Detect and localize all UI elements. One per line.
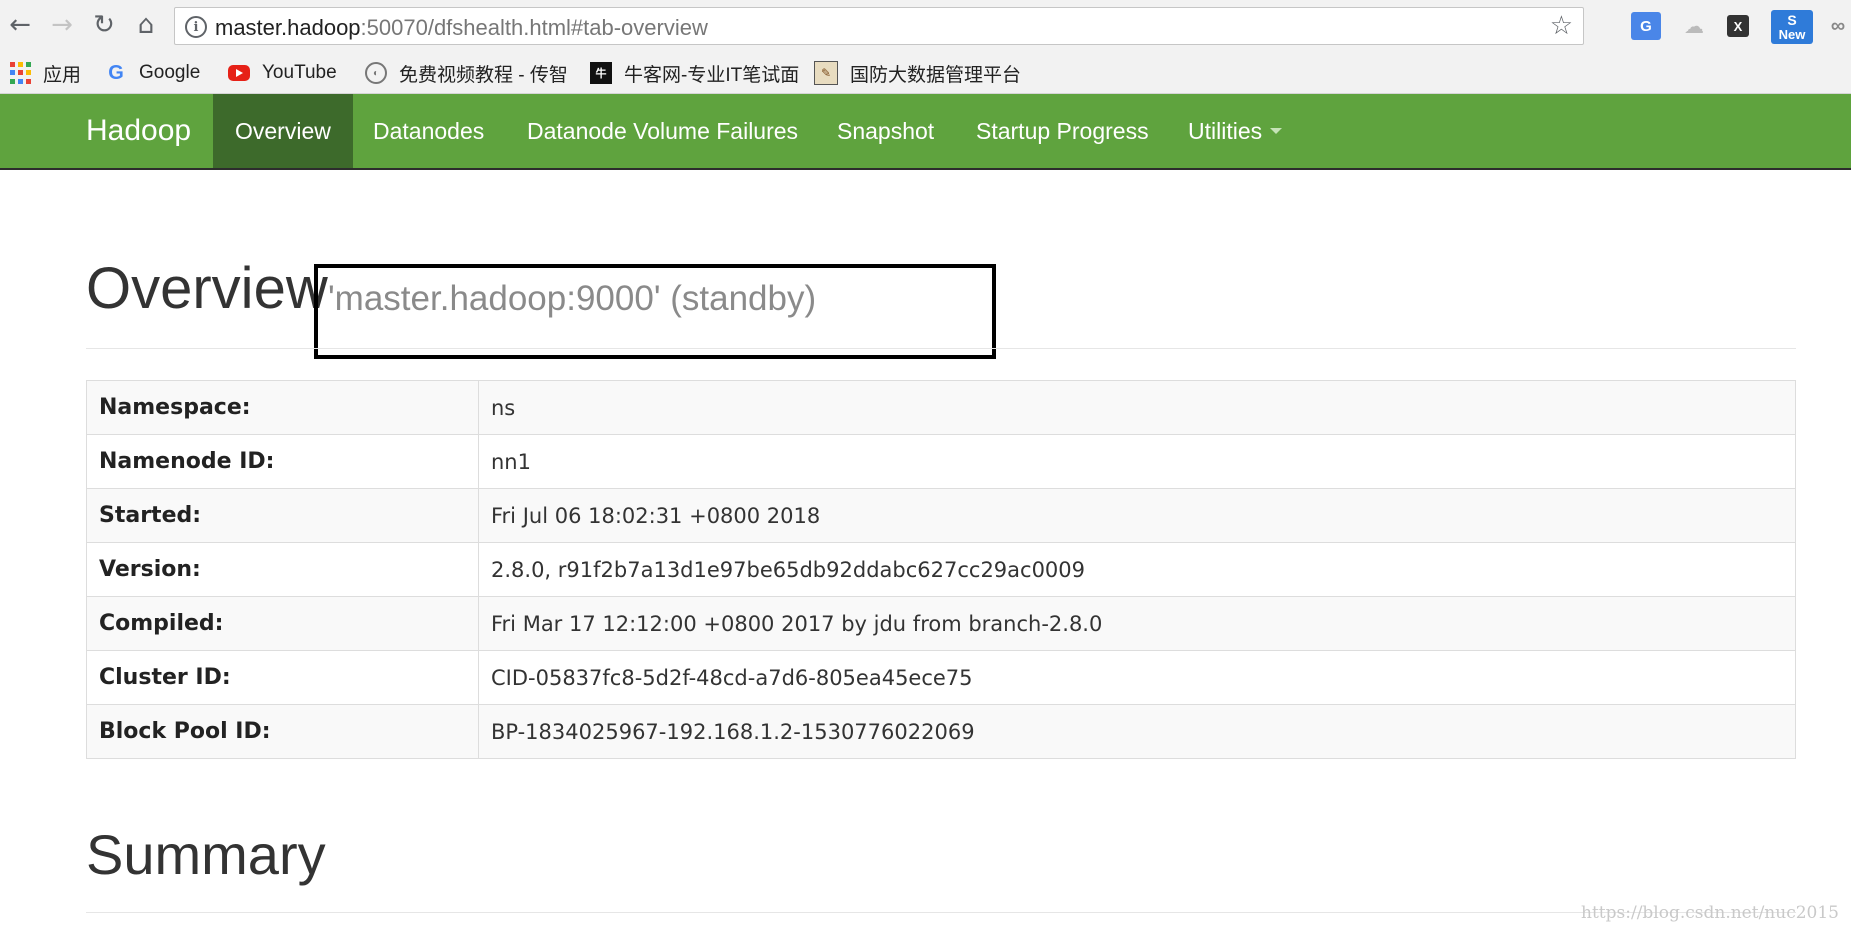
row-value: ns	[478, 380, 1796, 435]
bookmark-chuanzhi[interactable]: ◐ 免费视频教程 - 传智	[365, 61, 568, 86]
bookmarks-bar: 应用 G Google YouTube ◐ 免费视频教程 - 传智 牛 牛客网-…	[0, 52, 1851, 94]
section-divider	[86, 348, 1796, 349]
tab-label: Snapshot	[837, 117, 935, 144]
bookmark-label: 国防大数据管理平台	[850, 64, 1022, 86]
table-row: Version: 2.8.0, r91f2b7a13d1e97be65db92d…	[86, 542, 1796, 597]
table-row: Cluster ID: CID-05837fc8-5d2f-48cd-a7d6-…	[86, 650, 1796, 705]
tab-utilities-dropdown[interactable]: Utilities	[1166, 94, 1304, 168]
google-icon: G	[108, 61, 124, 84]
caret-down-icon	[1270, 128, 1283, 134]
table-row: Namenode ID: nn1	[86, 434, 1796, 489]
bookmark-star-icon[interactable]: ☆	[1550, 11, 1573, 41]
bookmark-guofang[interactable]: ✎ 国防大数据管理平台	[814, 61, 1022, 86]
home-icon[interactable]: ⌂	[130, 9, 162, 41]
row-value: Fri Jul 06 18:02:31 +0800 2018	[478, 488, 1796, 543]
tab-label: Datanode Volume Failures	[527, 117, 799, 144]
site-info-icon[interactable]: i	[185, 16, 207, 38]
bookmark-youtube[interactable]: YouTube	[228, 61, 337, 85]
table-row: Namespace: ns	[86, 380, 1796, 435]
url-text[interactable]: master.hadoop:50070/dfshealth.html#tab-o…	[215, 15, 708, 41]
watermark: https://blog.csdn.net/nuc2015	[1581, 903, 1839, 923]
bookmark-google[interactable]: G Google	[105, 61, 200, 85]
apps-grid-icon	[10, 62, 31, 84]
bookmark-label: 应用	[43, 64, 82, 86]
tab-label: Overview	[235, 117, 331, 144]
bookmark-apps[interactable]: 应用	[10, 61, 82, 86]
browser-toolbar: ← → ↻ ⌂ i master.hadoop:50070/dfshealth.…	[0, 0, 1851, 52]
tab-label: Datanodes	[373, 117, 485, 144]
reload-icon[interactable]: ↻	[88, 9, 120, 41]
url-path: :50070/dfshealth.html#tab-overview	[360, 15, 708, 40]
tab-snapshot[interactable]: Snapshot	[815, 94, 956, 168]
row-key: Namespace:	[86, 380, 479, 435]
globe-icon: ◐	[365, 62, 387, 84]
new-badge: New	[1778, 26, 1806, 42]
address-bar[interactable]: i master.hadoop:50070/dfshealth.html#tab…	[174, 7, 1584, 45]
tab-startup-progress[interactable]: Startup Progress	[954, 94, 1171, 168]
tab-label: Utilities	[1188, 117, 1263, 144]
table-row: Compiled: Fri Mar 17 12:12:00 +0800 2017…	[86, 596, 1796, 651]
hadoop-navbar: Hadoop Overview Datanodes Datanode Volum…	[0, 94, 1851, 170]
highlight-box: 'master.hadoop:9000' (standby)	[314, 264, 996, 359]
nowcoder-icon: 牛	[590, 62, 612, 84]
link-extension-icon[interactable]: ∞	[1823, 12, 1851, 40]
page-title: Overview	[86, 256, 328, 321]
url-host: master.hadoop	[215, 15, 361, 40]
translate-extension-icon[interactable]: G	[1631, 12, 1661, 40]
forward-arrow-icon[interactable]: →	[46, 9, 78, 41]
row-value: CID-05837fc8-5d2f-48cd-a7d6-805ea45ece75	[478, 650, 1796, 705]
bookmark-label: 牛客网-专业IT笔试面	[624, 64, 800, 86]
table-row: Started: Fri Jul 06 18:02:31 +0800 2018	[86, 488, 1796, 543]
youtube-icon	[228, 65, 250, 81]
tab-datanodes[interactable]: Datanodes	[351, 94, 506, 168]
overview-table: Namespace: ns Namenode ID: nn1 Started: …	[86, 380, 1796, 759]
row-key: Version:	[86, 542, 479, 597]
new-extension-icon[interactable]: S New	[1771, 10, 1813, 44]
bookmark-image-icon: ✎	[814, 61, 838, 85]
row-key: Block Pool ID:	[86, 704, 479, 759]
row-value: Fri Mar 17 12:12:00 +0800 2017 by jdu fr…	[478, 596, 1796, 651]
back-arrow-icon[interactable]: ←	[4, 9, 36, 41]
tab-datanode-volume-failures[interactable]: Datanode Volume Failures	[505, 94, 820, 168]
row-key: Namenode ID:	[86, 434, 479, 489]
tab-overview[interactable]: Overview	[213, 94, 353, 168]
namenode-state-subtitle: 'master.hadoop:9000' (standby)	[328, 279, 817, 318]
row-value: BP-1834025967-192.168.1.2-1530776022069	[478, 704, 1796, 759]
section-divider	[86, 912, 1796, 913]
cloud-extension-icon[interactable]: ☁	[1679, 12, 1709, 40]
row-key: Started:	[86, 488, 479, 543]
bookmark-label: 免费视频教程 - 传智	[399, 64, 568, 86]
tab-label: Startup Progress	[976, 117, 1149, 144]
row-value: nn1	[478, 434, 1796, 489]
x-extension-icon[interactable]: X	[1727, 15, 1749, 37]
bookmark-nowcoder[interactable]: 牛 牛客网-专业IT笔试面	[590, 61, 800, 86]
summary-heading: Summary	[86, 823, 326, 886]
row-value: 2.8.0, r91f2b7a13d1e97be65db92ddabc627cc…	[478, 542, 1796, 597]
table-row: Block Pool ID: BP-1834025967-192.168.1.2…	[86, 704, 1796, 759]
navbar-brand[interactable]: Hadoop	[86, 114, 191, 148]
row-key: Cluster ID:	[86, 650, 479, 705]
bookmark-label: Google	[139, 62, 201, 83]
bookmark-label: YouTube	[262, 62, 337, 83]
row-key: Compiled:	[86, 596, 479, 651]
